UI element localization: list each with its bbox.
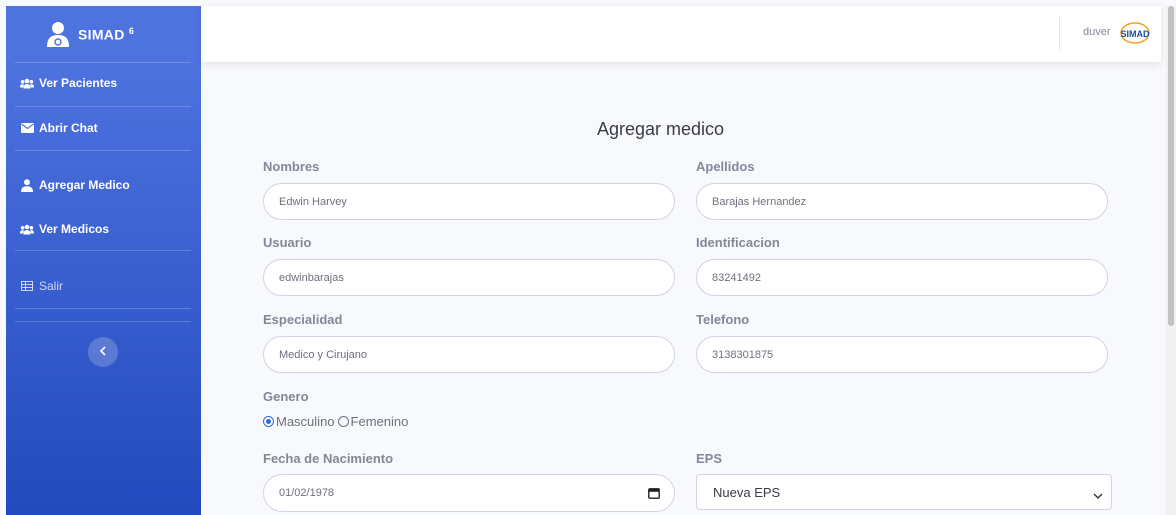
genero-label: Genero <box>263 389 309 404</box>
simad-logo[interactable]: SIMAD <box>1120 22 1150 49</box>
especialidad-label: Especialidad <box>263 312 343 327</box>
radio-label-femenino: Femenino <box>350 414 409 429</box>
users-icon <box>20 76 34 90</box>
telefono-label: Telefono <box>696 312 750 327</box>
sidebar-item-label: Ver Pacientes <box>39 76 118 90</box>
especialidad-input[interactable] <box>263 336 675 373</box>
eps-value: Nueva EPS <box>713 485 781 500</box>
sidebar-item-label: Agregar Medico <box>39 178 130 192</box>
eps-select[interactable]: Nueva EPS <box>696 474 1112 510</box>
sidebar-item-ver-medicos[interactable]: Ver Medicos <box>6 207 201 251</box>
table-icon <box>20 279 34 293</box>
radio-masculino[interactable] <box>263 416 274 427</box>
brand-title: SIMAD <box>78 26 125 43</box>
sidebar-item-label: Abrir Chat <box>39 121 98 135</box>
usuario-label: Usuario <box>263 235 312 250</box>
sidebar: SIMAD 6 Ver Pacientes Abrir Chat Agregar… <box>6 6 201 515</box>
sidebar-item-ver-pacientes[interactable]: Ver Pacientes <box>6 61 201 105</box>
brand-version: 6 <box>128 26 135 36</box>
topbar-divider <box>1059 17 1060 51</box>
identificacion-label: Identificacion <box>696 235 780 250</box>
sidebar-item-label: Ver Medicos <box>39 222 110 236</box>
sidebar-divider <box>15 250 191 251</box>
svg-text:SIMAD: SIMAD <box>1121 29 1151 39</box>
brand-name: SIMAD 6 <box>78 26 134 43</box>
sidebar-item-abrir-chat[interactable]: Abrir Chat <box>6 106 201 150</box>
sidebar-divider <box>15 308 191 309</box>
sidebar-divider <box>15 321 191 322</box>
chevron-down-icon <box>1093 487 1103 505</box>
apellidos-label: Apellidos <box>696 159 755 174</box>
calendar-icon[interactable] <box>648 486 660 504</box>
envelope-icon <box>20 121 34 135</box>
identificacion-input[interactable] <box>696 259 1108 296</box>
topbar: duver SIMAD <box>201 6 1161 62</box>
page-scrollbar[interactable] <box>1166 6 1176 515</box>
genero-radio-group: Masculino Femenino <box>263 414 408 429</box>
sidebar-divider <box>15 150 191 151</box>
sidebar-item-agregar-medico[interactable]: Agregar Medico <box>6 163 201 207</box>
nombres-label: Nombres <box>263 159 320 174</box>
eps-label: EPS <box>696 451 723 466</box>
sidebar-toggle-button[interactable] <box>88 337 118 367</box>
apellidos-input[interactable] <box>696 183 1108 220</box>
fecha-nacimiento-input[interactable]: 01/02/1978 <box>263 474 675 512</box>
usuario-input[interactable] <box>263 259 675 296</box>
nombres-input[interactable] <box>263 183 675 220</box>
radio-femenino[interactable] <box>337 416 349 427</box>
brand-link[interactable]: SIMAD 6 <box>6 6 201 62</box>
page-title: Agregar medico <box>597 119 725 139</box>
radio-label-masculino: Masculino <box>276 414 335 429</box>
user-icon <box>20 178 34 192</box>
telefono-input[interactable] <box>696 336 1108 373</box>
user-name[interactable]: duver <box>1083 26 1111 38</box>
chevron-left-icon <box>99 343 107 361</box>
scrollbar-thumb[interactable] <box>1168 6 1174 326</box>
doctor-icon <box>46 20 72 53</box>
fecha-value: 01/02/1978 <box>279 487 335 499</box>
fecha-label: Fecha de Nacimiento <box>263 451 394 466</box>
users-icon <box>20 222 34 236</box>
sidebar-item-label: Salir <box>39 279 64 293</box>
sidebar-item-salir[interactable]: Salir <box>6 264 201 308</box>
